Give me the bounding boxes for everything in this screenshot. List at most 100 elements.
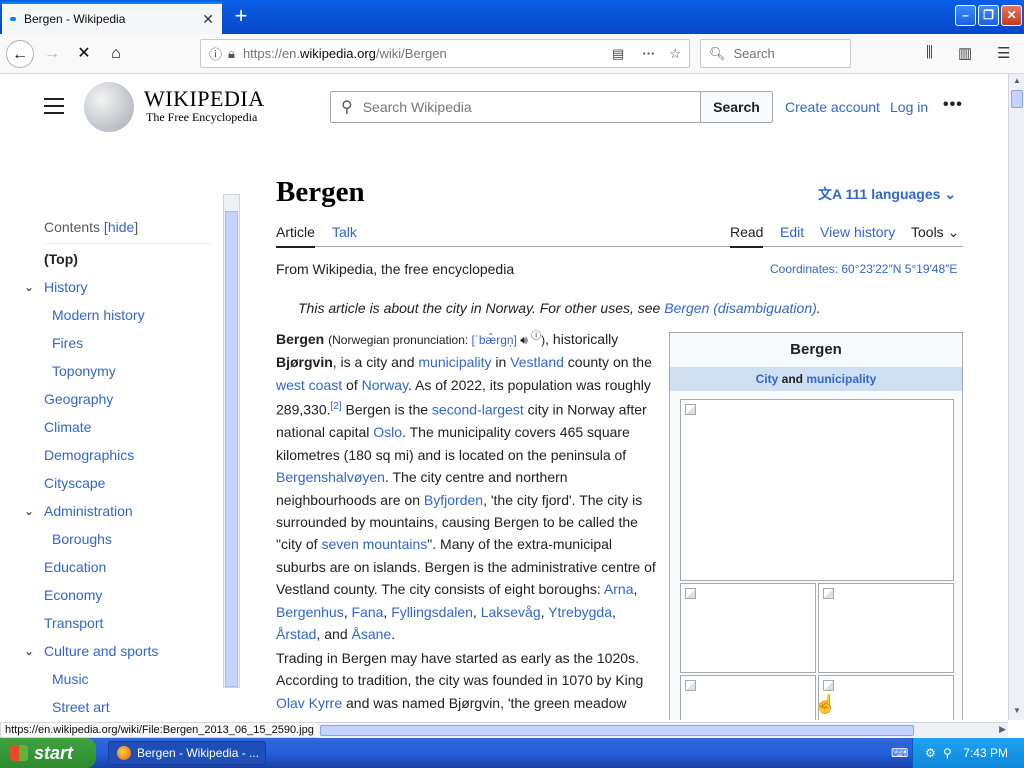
infobox-image-2[interactable] <box>680 583 816 673</box>
taskbar-firefox-window[interactable]: Bergen - Wikipedia - ... <box>108 741 266 765</box>
chevron-down-icon[interactable]: ⌄ <box>24 644 34 658</box>
scroll-right-icon[interactable]: ▶ <box>999 724 1006 735</box>
municipality-link[interactable]: municipality <box>418 354 491 370</box>
new-tab-button[interactable]: + <box>228 4 254 30</box>
network-icon[interactable]: ⚙ <box>925 738 936 768</box>
hamburger-menu-icon[interactable]: ☰ <box>997 44 1010 62</box>
infobox-image-5[interactable] <box>818 675 954 720</box>
minimize-button[interactable]: – <box>955 5 976 26</box>
arna-link[interactable]: Arna <box>604 581 634 597</box>
clock[interactable]: 7:43 PM <box>963 738 1008 768</box>
citation-link[interactable]: [2] <box>331 401 342 412</box>
wikipedia-wordmark[interactable]: WIKIPEDIA <box>144 86 265 112</box>
chevron-down-icon[interactable]: ⌄ <box>24 504 34 518</box>
back-button[interactable]: ← <box>6 40 34 68</box>
page-horizontal-scrollbar[interactable]: ▶ <box>318 722 1008 738</box>
toc-item-demographics[interactable]: Demographics <box>44 447 134 463</box>
tab-close-icon[interactable]: ✕ <box>202 11 214 28</box>
language-selector[interactable]: 文A 111 languages ⌄ <box>818 184 956 204</box>
ipa-link[interactable]: [ˈbæ̂rɡn̩] <box>472 333 517 347</box>
keyboard-icon[interactable]: ⌨ <box>891 738 908 768</box>
toc-scroll-thumb[interactable] <box>225 211 238 687</box>
toc-item-music[interactable]: Music <box>52 671 89 687</box>
west-coast-link[interactable]: west coast <box>276 377 342 393</box>
main-menu-icon[interactable] <box>44 98 64 114</box>
window-close-button[interactable]: ✕ <box>1001 5 1022 26</box>
toc-item-geography[interactable]: Geography <box>44 391 113 407</box>
second-largest-link[interactable]: second-largest <box>432 402 524 418</box>
fyllingsdalen-link[interactable]: Fyllingsdalen <box>391 604 473 620</box>
tab-talk[interactable]: Talk <box>332 224 357 240</box>
tab-edit[interactable]: Edit <box>780 224 804 240</box>
page-vertical-scrollbar[interactable]: ▲ ▼ <box>1008 74 1024 720</box>
laksevag-link[interactable]: Laksevåg <box>481 604 541 620</box>
toc-item-history[interactable]: History <box>44 279 88 295</box>
bergenshalvoyen-link[interactable]: Bergenshalvøyen <box>276 469 385 485</box>
bookmark-star-icon[interactable]: ☆ <box>669 46 681 62</box>
toc-item-fires[interactable]: Fires <box>52 335 83 351</box>
browser-tab-active[interactable]: Bergen - Wikipedia ✕ <box>2 2 222 34</box>
tools-menu[interactable]: Tools ⌄ <box>911 224 959 241</box>
home-button[interactable]: ⌂ <box>102 40 130 68</box>
wiki-search-input[interactable]: ⚲ Search Wikipedia <box>330 91 701 123</box>
page-actions-icon[interactable]: ··· <box>642 46 655 61</box>
toc-item-street-art[interactable]: Street art <box>52 699 110 715</box>
search-tray-icon[interactable]: ⚲ <box>943 738 952 768</box>
forward-button[interactable]: → <box>38 40 66 68</box>
stop-button[interactable]: ✕ <box>70 40 98 68</box>
toc-scrollbar[interactable] <box>223 194 240 688</box>
wikipedia-globe-logo[interactable] <box>84 82 134 132</box>
toc-item-modern-history[interactable]: Modern history <box>52 307 145 323</box>
fana-link[interactable]: Fana <box>352 604 384 620</box>
toc-item-boroughs[interactable]: Boroughs <box>52 531 112 547</box>
start-button[interactable]: start <box>0 738 96 768</box>
library-icon[interactable]: ⫼ <box>926 44 933 61</box>
page-scroll-thumb[interactable] <box>1011 90 1023 108</box>
coordinates-link[interactable]: Coordinates: 60°23′22″N 5°19′48″E <box>770 262 957 276</box>
create-account-link[interactable]: Create account <box>785 99 880 115</box>
wiki-search-button[interactable]: Search <box>700 91 773 123</box>
reader-view-icon[interactable]: ▤ <box>612 46 624 62</box>
oslo-link[interactable]: Oslo <box>373 424 402 440</box>
toc-item-toponymy[interactable]: Toponymy <box>52 363 116 379</box>
bergenhus-link[interactable]: Bergenhus <box>276 604 344 620</box>
infobox-image-4[interactable] <box>680 675 816 720</box>
toc-item-climate[interactable]: Climate <box>44 419 91 435</box>
arstad-link[interactable]: Årstad <box>276 626 316 642</box>
toc-item-cityscape[interactable]: Cityscape <box>44 475 105 491</box>
toc-item-education[interactable]: Education <box>44 559 106 575</box>
tab-view-history[interactable]: View history <box>820 224 895 240</box>
horizontal-scroll-thumb[interactable] <box>320 725 914 736</box>
disambiguation-link[interactable]: Bergen (disambiguation) <box>664 300 817 316</box>
restore-button[interactable]: ❐ <box>978 5 999 26</box>
seven-mountains-link[interactable]: seven mountains <box>321 536 427 552</box>
sidebar-toggle-icon[interactable]: ▥ <box>958 44 972 62</box>
address-bar[interactable]: ⓘ 🔒︎ https://en. wikipedia.org/wiki/Berge… <box>200 39 690 68</box>
vestland-link[interactable]: Vestland <box>510 354 564 370</box>
municipality-link[interactable]: municipality <box>806 372 876 386</box>
byfjorden-link[interactable]: Byfjorden <box>424 492 483 508</box>
norway-link[interactable]: Norway <box>362 377 408 393</box>
olav-kyrre-link[interactable]: Olav Kyrre <box>276 695 342 711</box>
toc-item-culture-and-sports[interactable]: Culture and sports <box>44 643 158 659</box>
asane-link[interactable]: Åsane <box>352 626 392 642</box>
more-options-icon[interactable]: ••• <box>943 96 963 114</box>
info-icon[interactable]: ⓘ <box>209 44 222 63</box>
infobox-image-3[interactable] <box>818 583 954 673</box>
browser-search-field[interactable]: 🔍︎ Search <box>700 39 851 68</box>
toc-hide-link[interactable]: hide <box>108 219 134 235</box>
toc-item-economy[interactable]: Economy <box>44 587 102 603</box>
speaker-icon[interactable]: 🔊︎ <box>520 333 528 347</box>
toc-item-transport[interactable]: Transport <box>44 615 103 631</box>
infobox-main-image[interactable] <box>680 399 954 581</box>
scroll-up-icon[interactable]: ▲ <box>1011 76 1023 88</box>
toc-item-administration[interactable]: Administration <box>44 503 133 519</box>
ytrebygda-link[interactable]: Ytrebygda <box>548 604 612 620</box>
tab-article[interactable]: Article <box>276 224 315 248</box>
city-link[interactable]: City <box>756 372 779 386</box>
log-in-link[interactable]: Log in <box>890 99 928 115</box>
toc-item-top[interactable]: (Top) <box>44 251 78 267</box>
scroll-down-icon[interactable]: ▼ <box>1011 706 1023 718</box>
chevron-down-icon[interactable]: ⌄ <box>24 280 34 294</box>
tab-read[interactable]: Read <box>730 224 764 248</box>
